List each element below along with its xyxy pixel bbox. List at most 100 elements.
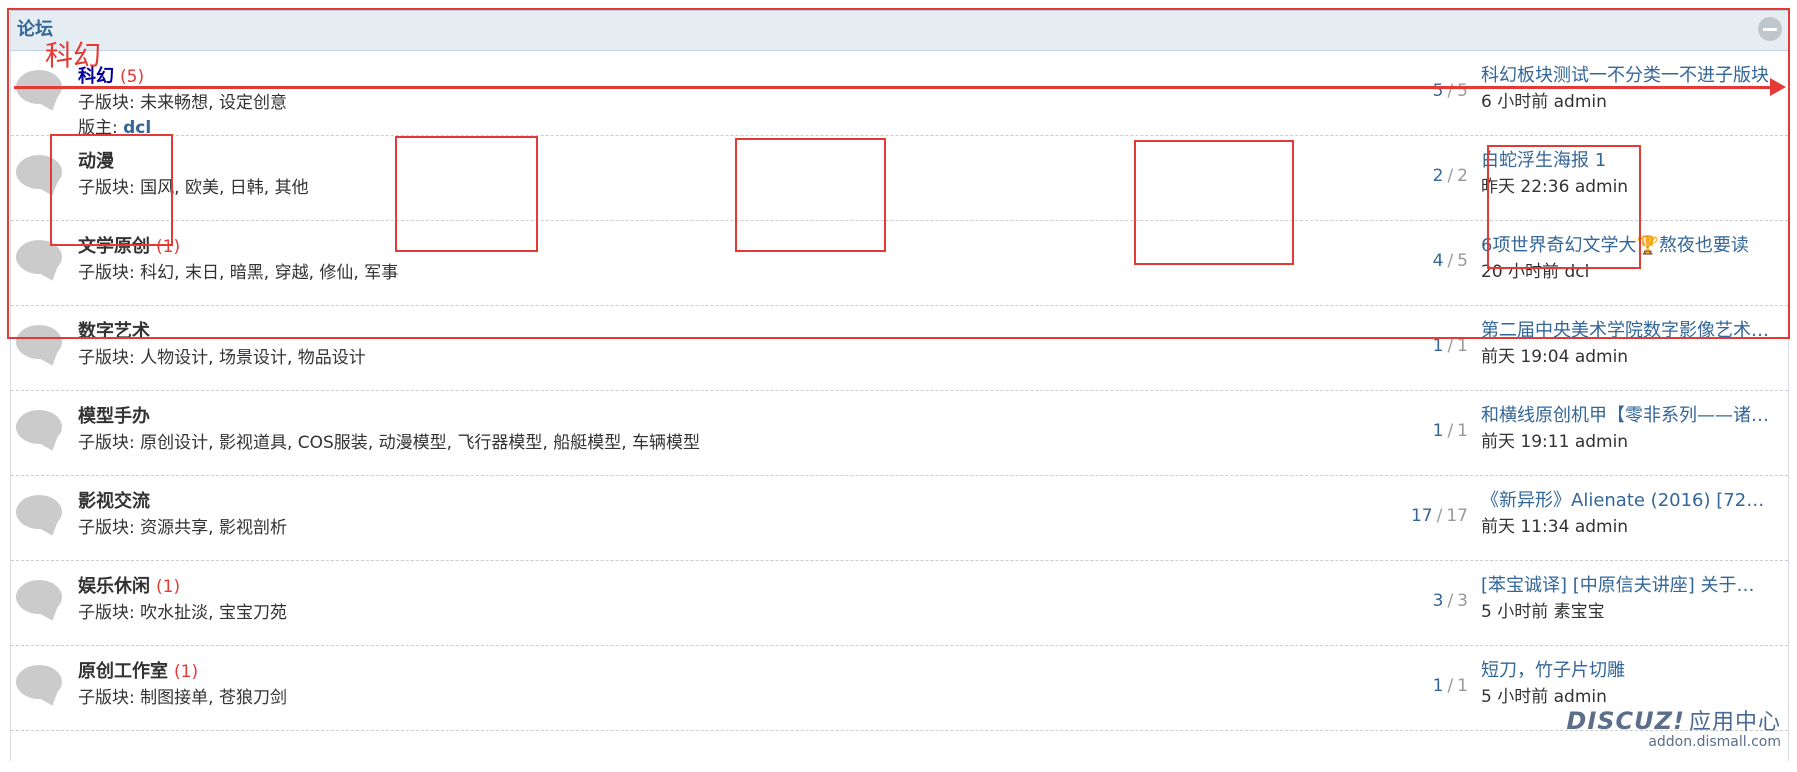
subforum-list: 子版块: 科幻, 末日, 暗黑, 穿越, 修仙, 军事 [78, 263, 399, 283]
thread-count: 5 [1432, 81, 1444, 101]
subforum-list: 子版块: 人物设计, 场景设计, 物品设计 [78, 348, 366, 368]
subforum-link[interactable]: 暗黑 [230, 263, 264, 283]
subforum-link[interactable]: 末日 [185, 263, 219, 283]
subforum-link[interactable]: 其他 [275, 178, 309, 198]
thread-post-counts: 1/1 [1432, 676, 1468, 696]
thread-count: 1 [1432, 336, 1444, 356]
subforum-link[interactable]: 穿越 [275, 263, 309, 283]
last-post-user[interactable]: admin [1554, 92, 1607, 112]
last-post-meta: 前天 19:04 admin [1481, 342, 1628, 367]
last-post-time: 前天 19:11 [1481, 432, 1570, 452]
forum-name-link[interactable]: 模型手办 [78, 402, 156, 428]
last-post-link[interactable]: 科幻板块测试一不分类一不进子版块 [1481, 61, 1771, 87]
subforum-link[interactable]: 国风 [140, 178, 174, 198]
forum-chat-icon[interactable] [16, 155, 62, 189]
thread-post-counts: 1/1 [1432, 421, 1468, 441]
watermark-url: addon.dismall.com [1648, 734, 1781, 750]
last-post-link[interactable]: 白蛇浮生海报 1 [1481, 146, 1771, 172]
collapse-icon[interactable] [1758, 17, 1782, 41]
subforum-link[interactable]: 欧美 [185, 178, 219, 198]
forum-name-link[interactable]: 影视交流 [78, 487, 156, 513]
last-post-link[interactable]: [苯宝诚译] [中原信夫讲座] 关于刀的鉴赏 [1481, 571, 1771, 597]
last-post-meta: 5 小时前 素宝宝 [1481, 597, 1605, 622]
moderator-link[interactable]: dcl [123, 118, 151, 138]
new-count: (1) [156, 237, 181, 257]
last-post-meta: 前天 19:11 admin [1481, 427, 1628, 452]
last-post-time: 5 小时前 [1481, 602, 1549, 622]
last-post-link[interactable]: 《新异形》Alienate (2016) [720p] [1481, 486, 1771, 512]
subforum-link[interactable]: 苍狼刀剑 [219, 688, 287, 708]
last-post-link[interactable]: 和横线原创机甲【零非系列——诸神之战】 [1481, 401, 1771, 427]
last-post-link[interactable]: 6项世界奇幻文学大🏆熬夜也要读 [1481, 231, 1771, 257]
last-post-link[interactable]: 第二届中央美术学院数字影像艺术大赛 [1481, 316, 1771, 342]
subforum-link[interactable]: 飞行器模型 [457, 433, 542, 453]
subforum-link[interactable]: 车辆模型 [632, 433, 700, 453]
subforum-link[interactable]: COS服装 [298, 433, 368, 453]
last-post-link[interactable]: 短刀，竹子片切雕 [1481, 656, 1771, 682]
forum-row: 文学原创 (1) 子版块: 科幻, 末日, 暗黑, 穿越, 修仙, 军事 4/5 6项世… [11, 221, 1788, 306]
subforum-link[interactable]: 人物设计 [140, 348, 208, 368]
new-count: (5) [120, 67, 145, 87]
subforum-link[interactable]: 船艇模型 [553, 433, 621, 453]
subforum-link[interactable]: 修仙 [319, 263, 353, 283]
last-post-user[interactable]: dcl [1564, 262, 1589, 282]
forum-chat-icon[interactable] [16, 495, 62, 529]
forum-name-link[interactable]: 原创工作室 (1) [78, 657, 198, 683]
forum-name-link[interactable]: 文学原创 (1) [78, 232, 180, 258]
last-post-user[interactable]: admin [1575, 177, 1628, 197]
thread-count: 2 [1432, 166, 1444, 186]
subforum-link[interactable]: 原创设计 [140, 433, 208, 453]
subforum-link[interactable]: 未来畅想 [140, 93, 208, 113]
forum-row: 原创工作室 (1) 子版块: 制图接单, 苍狼刀剑 1/1 短刀，竹子片切雕 5 小时前 … [11, 646, 1788, 731]
subforum-list: 子版块: 原创设计, 影视道具, COS服装, 动漫模型, 飞行器模型, 船艇模… [78, 433, 701, 453]
discuz-logo: DISCUZ! 应用中心 [1566, 707, 1781, 735]
subforum-label: 子版块: [78, 178, 135, 198]
thread-count: 1 [1432, 676, 1444, 696]
subforum-link[interactable]: 科幻 [140, 263, 174, 283]
forum-name-link[interactable]: 娱乐休闲 (1) [78, 572, 180, 598]
subforum-label: 子版块: [78, 688, 135, 708]
annotation-arrow-line [14, 86, 1779, 89]
subforum-link[interactable]: 宝宝刀苑 [219, 603, 287, 623]
subforum-link[interactable]: 吹水扯淡 [140, 603, 208, 623]
subforum-link[interactable]: 影视道具 [219, 433, 287, 453]
forum-chat-icon[interactable] [16, 240, 62, 274]
annotation-label: 科幻 [45, 39, 102, 72]
forum-name-link[interactable]: 数字艺术 [78, 317, 156, 343]
subforum-link[interactable]: 动漫模型 [379, 433, 447, 453]
subforum-link[interactable]: 物品设计 [298, 348, 366, 368]
last-post-time: 前天 19:04 [1481, 347, 1570, 367]
thread-count: 3 [1432, 591, 1444, 611]
last-post-user[interactable]: admin [1575, 432, 1628, 452]
forum-panel: 论坛 科幻 (5) 子版块: 未来畅想, 设定创意 版主: dcl 5/5 科幻板块测试一… [10, 10, 1789, 761]
forum-chat-icon[interactable] [16, 325, 62, 359]
subforum-link[interactable]: 影视剖析 [219, 518, 287, 538]
subforum-list: 子版块: 制图接单, 苍狼刀剑 [78, 688, 287, 708]
subforum-link[interactable]: 日韩 [230, 178, 264, 198]
post-count: 3 [1457, 591, 1468, 611]
forum-name-link[interactable]: 动漫 [78, 147, 120, 173]
last-post-user[interactable]: 素宝宝 [1554, 602, 1605, 622]
last-post-meta: 前天 11:34 admin [1481, 512, 1628, 537]
forum-row: 科幻 (5) 子版块: 未来畅想, 设定创意 版主: dcl 5/5 科幻板块测试一不分类… [11, 51, 1788, 138]
last-post-user[interactable]: admin [1575, 347, 1628, 367]
subforum-link[interactable]: 制图接单 [140, 688, 208, 708]
subforum-link[interactable]: 设定创意 [219, 93, 287, 113]
subforum-link[interactable]: 资源共享 [140, 518, 208, 538]
thread-post-counts: 5/5 [1432, 81, 1468, 101]
subforum-link[interactable]: 场景设计 [219, 348, 287, 368]
subforum-list: 子版块: 未来畅想, 设定创意 [78, 93, 287, 113]
forum-chat-icon[interactable] [16, 580, 62, 614]
thread-post-counts: 17/17 [1410, 506, 1468, 526]
subforum-link[interactable]: 军事 [364, 263, 398, 283]
discuz-watermark: DISCUZ! 应用中心 addon.dismall.com [1566, 704, 1781, 750]
thread-post-counts: 1/1 [1432, 336, 1468, 356]
last-post-user[interactable]: admin [1575, 517, 1628, 537]
subforum-label: 子版块: [78, 348, 135, 368]
subforum-label: 子版块: [78, 433, 135, 453]
thread-post-counts: 2/2 [1432, 166, 1468, 186]
post-count: 17 [1446, 506, 1468, 526]
last-post-meta: 20 小时前 dcl [1481, 257, 1589, 282]
forum-chat-icon[interactable] [16, 665, 62, 699]
forum-chat-icon[interactable] [16, 410, 62, 444]
